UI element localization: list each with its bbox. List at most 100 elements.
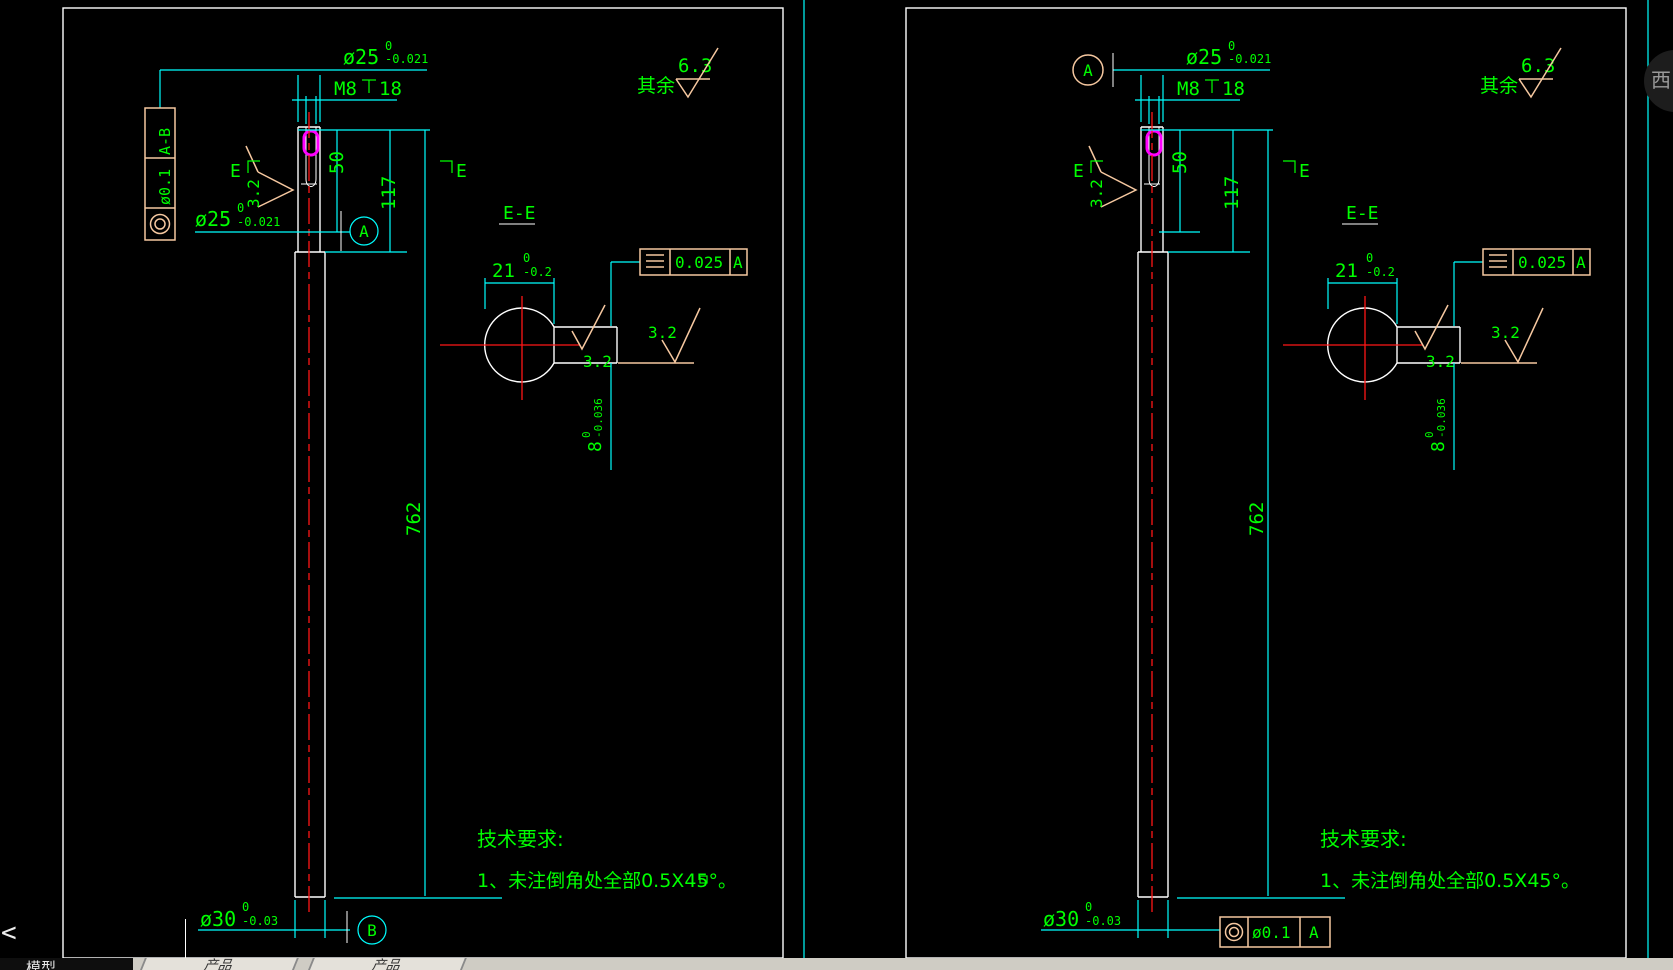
section-mark-right: E bbox=[456, 161, 467, 182]
collapse-chevron-icon[interactable]: < bbox=[1, 918, 17, 948]
section-mark-left: E bbox=[1073, 161, 1084, 182]
fcf-sym-tol: 0.025 bbox=[1518, 253, 1566, 272]
section-title: E-E bbox=[1346, 203, 1379, 224]
dim-d30-text[interactable]: ø30 bbox=[200, 907, 236, 931]
general-roughness[interactable]: 其余 6.3 bbox=[637, 48, 718, 97]
dim-8-tol-bot: -0.036 bbox=[1435, 398, 1448, 438]
tab-layout-1[interactable]: 产品 bbox=[139, 958, 299, 970]
dim-d30-tol-top: 0 bbox=[1085, 900, 1092, 914]
tab-layout-2[interactable]: 产品 bbox=[307, 958, 467, 970]
concentricity-icon bbox=[151, 215, 170, 234]
dim-8-text[interactable]: 8 bbox=[1428, 441, 1449, 452]
technical-requirements[interactable]: 技术要求: 1、未注倒角处全部0.5X45°。 bbox=[1320, 827, 1580, 892]
symmetry-icon bbox=[1489, 255, 1507, 267]
crosshair-cursor bbox=[185, 919, 186, 958]
section-cut-marks[interactable]: E E bbox=[230, 161, 467, 182]
datum-b-label[interactable]: B bbox=[367, 921, 377, 940]
roughness-flat-value: 3.2 bbox=[1426, 352, 1455, 371]
thread-callout[interactable]: M8 18 bbox=[334, 78, 402, 100]
depth-symbol-icon bbox=[1205, 80, 1219, 95]
roughness-slot-value: 3.2 bbox=[1087, 179, 1106, 208]
technical-requirements[interactable]: 技术要求: 1、未注倒角处全部0.5X45°。 bbox=[477, 827, 737, 892]
dim-d25-tol-top: 0 bbox=[385, 39, 392, 53]
section-title: E-E bbox=[503, 203, 536, 224]
cad-canvas[interactable]: ø25 0 -0.021 M8 18 50 117 762 3.2 E bbox=[0, 0, 1673, 958]
dim-d30-tol-bot: -0.03 bbox=[1085, 914, 1121, 928]
roughness-side-value: 3.2 bbox=[1491, 323, 1520, 342]
dim-diameter30[interactable]: ø30 0 -0.03 ø0.1 A bbox=[1041, 900, 1330, 947]
section-mark-right: E bbox=[1299, 161, 1310, 182]
dim-21-tol-bot: -0.2 bbox=[523, 265, 552, 279]
dim-d25-mid-tol-bot: -0.021 bbox=[237, 215, 280, 229]
dim-21-text[interactable]: 21 bbox=[1335, 260, 1358, 282]
fcf-sym-datum: A bbox=[1576, 253, 1586, 272]
dim-8-text[interactable]: 8 bbox=[585, 441, 606, 452]
dim-d25-tol-top: 0 bbox=[1228, 39, 1235, 53]
dim-50-text[interactable]: 50 bbox=[1169, 151, 1191, 174]
roughness-slot-symbol[interactable]: 3.2 bbox=[1087, 146, 1136, 208]
dim-21-tol-bot: -0.2 bbox=[1366, 265, 1395, 279]
roughness-side-value: 3.2 bbox=[648, 323, 677, 342]
general-roughness-label: 其余 bbox=[637, 75, 675, 97]
fcf-runout-datum: A-B bbox=[156, 128, 174, 155]
datum-a-label[interactable]: A bbox=[1083, 61, 1093, 80]
dim-diameter25-mid[interactable]: A ø25 0 -0.021 bbox=[195, 201, 378, 251]
thread-depth: 18 bbox=[379, 78, 402, 100]
concentricity-icon bbox=[1226, 924, 1243, 941]
fcf-sym-tol: 0.025 bbox=[675, 253, 723, 272]
fcf-sym-datum: A bbox=[733, 253, 743, 272]
section-cut-marks[interactable]: E E bbox=[1073, 161, 1310, 182]
fcf-runout-tol: ø0.1 bbox=[156, 169, 174, 205]
dim-d25-tol-bot: -0.021 bbox=[1228, 52, 1271, 66]
fcf-conc-datum: A bbox=[1309, 923, 1319, 942]
depth-symbol-icon bbox=[362, 80, 376, 95]
roughness-slot-symbol[interactable]: 3.2 bbox=[244, 146, 293, 208]
sheet-left[interactable]: ø25 0 -0.021 M8 18 50 117 762 3.2 E bbox=[63, 8, 783, 958]
thread-prefix[interactable]: M8 bbox=[334, 78, 357, 100]
dim-d25-text[interactable]: ø25 bbox=[343, 45, 379, 69]
sheet-border bbox=[906, 8, 1626, 958]
tab-model[interactable]: 模型 bbox=[26, 958, 56, 970]
layout-tab-bar: 模型 产品 产品 bbox=[0, 958, 1673, 970]
fcf-conc-tol: ø0.1 bbox=[1252, 923, 1291, 942]
roughness-slot-value: 3.2 bbox=[244, 179, 263, 208]
dim-d30-tol-bot: -0.03 bbox=[242, 914, 278, 928]
dim-21-tol-top: 0 bbox=[1366, 251, 1373, 265]
dim-d25-tol-bot: -0.021 bbox=[385, 52, 428, 66]
dim-d25-mid-tol-top: 0 bbox=[237, 201, 244, 215]
general-roughness[interactable]: 其余 6.3 bbox=[1480, 48, 1561, 97]
fcf-runout-frame[interactable]: A-B ø0.1 bbox=[145, 108, 175, 240]
sheet-right[interactable]: A ø25 0 -0.021 M8 18 50 117 762 3.2 bbox=[906, 8, 1626, 958]
dim-d25-mid-text[interactable]: ø25 bbox=[195, 207, 231, 231]
dim-diameter30[interactable]: B ø30 0 -0.03 bbox=[198, 900, 386, 944]
thread-prefix[interactable]: M8 bbox=[1177, 78, 1200, 100]
dim-8-tol-bot: -0.036 bbox=[592, 398, 605, 438]
dim-50-text[interactable]: 50 bbox=[326, 151, 348, 174]
datum-a-label[interactable]: A bbox=[359, 222, 369, 241]
dim-762-text[interactable]: 762 bbox=[403, 502, 425, 536]
dim-d30-text[interactable]: ø30 bbox=[1043, 907, 1079, 931]
tech-item-1: 1、未注倒角处全部0.5X45°。 bbox=[1320, 870, 1580, 892]
fcf-symmetry-frame[interactable]: 0.025 A bbox=[1483, 249, 1590, 275]
dim-117-text[interactable]: 117 bbox=[378, 176, 400, 210]
dim-117-text[interactable]: 117 bbox=[1221, 176, 1243, 210]
roughness-flat-value: 3.2 bbox=[583, 352, 612, 371]
dim-762-text[interactable]: 762 bbox=[1246, 502, 1268, 536]
tech-item-1: 1、未注倒角处全部0.5X45°。 bbox=[477, 870, 737, 892]
thread-depth: 18 bbox=[1222, 78, 1245, 100]
general-roughness-label: 其余 bbox=[1480, 75, 1518, 97]
dim-d30-tol-top: 0 bbox=[242, 900, 249, 914]
fcf-concentricity-frame[interactable]: ø0.1 A bbox=[1220, 917, 1330, 947]
thread-callout[interactable]: M8 18 bbox=[1177, 78, 1245, 100]
symmetry-icon bbox=[646, 255, 664, 267]
section-view-ee[interactable]: E-E 21 0 -0.2 3.2 3.2 8 0 -0.036 bbox=[1283, 203, 1590, 470]
dim-21-tol-top: 0 bbox=[523, 251, 530, 265]
tech-title: 技术要求: bbox=[1320, 827, 1407, 851]
section-mark-left: E bbox=[230, 161, 241, 182]
tech-title: 技术要求: bbox=[477, 827, 564, 851]
fcf-symmetry-frame[interactable]: 0.025 A bbox=[640, 249, 747, 275]
section-view-ee[interactable]: E-E 21 0 -0.2 3.2 3.2 8 0 -0.036 bbox=[440, 203, 747, 470]
side-badge-label: 西 bbox=[1651, 64, 1671, 93]
dim-21-text[interactable]: 21 bbox=[492, 260, 515, 282]
dim-d25-text[interactable]: ø25 bbox=[1186, 45, 1222, 69]
